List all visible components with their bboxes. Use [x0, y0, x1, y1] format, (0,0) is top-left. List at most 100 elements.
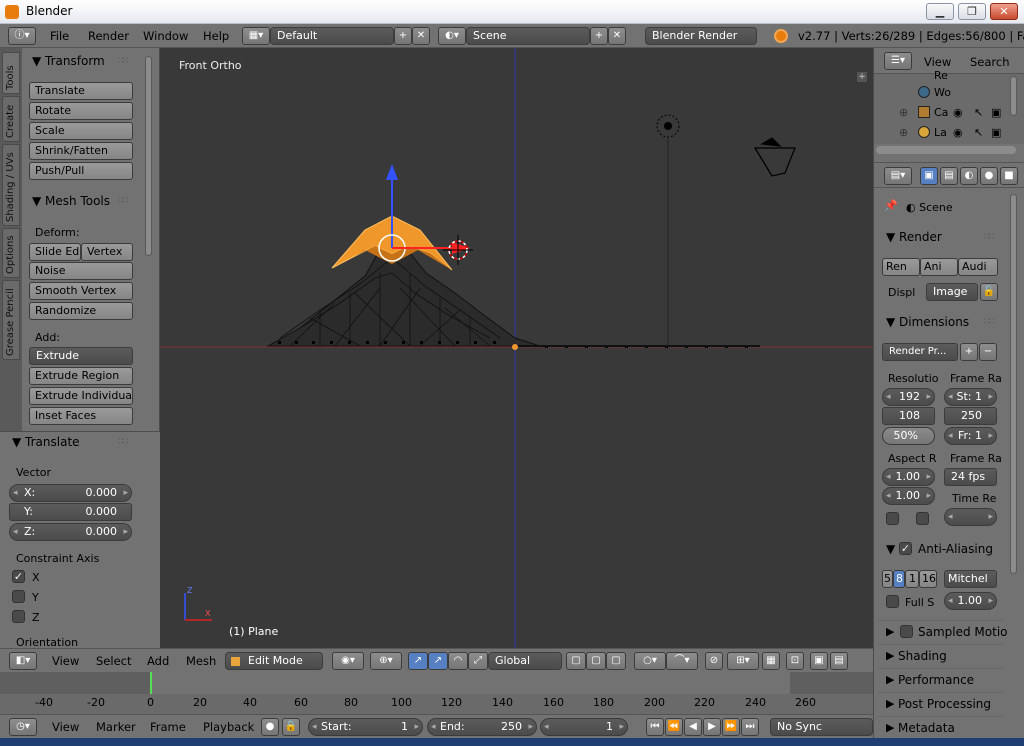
vector-z-field[interactable]: ◂ Z: 0.000 ▸: [9, 523, 132, 541]
resolution-y-field[interactable]: 108: [882, 407, 935, 425]
close-button[interactable]: ✕: [990, 3, 1018, 20]
mesh-tools-panel-header[interactable]: ▼ Mesh Tools: [32, 194, 110, 208]
menu-file[interactable]: File: [50, 27, 69, 45]
maximize-button[interactable]: ❐: [958, 3, 986, 20]
manipulator-toggle-icon[interactable]: ↗: [408, 652, 428, 670]
render-context-icon[interactable]: ▣: [920, 167, 938, 185]
world-context-icon[interactable]: ●: [980, 167, 998, 185]
pivot-point-icon[interactable]: ⊕▾: [370, 652, 402, 670]
lamp-object[interactable]: [656, 114, 680, 346]
antialiasing-checkbox[interactable]: ✓: [899, 542, 912, 555]
resolution-percentage-field[interactable]: 50%: [882, 427, 935, 445]
tab-tools[interactable]: Tools: [2, 52, 20, 94]
translate-manipulator-icon[interactable]: ↗: [428, 652, 448, 670]
play-icon[interactable]: ▶: [703, 718, 721, 736]
render-animation-button[interactable]: Ani: [920, 258, 958, 276]
fps-select[interactable]: 24 fps: [944, 468, 997, 486]
panel-grip-icon[interactable]: ∷∷: [118, 437, 129, 447]
aspect-x-field[interactable]: ◂ 1.00 ▸: [882, 468, 935, 486]
scene-field[interactable]: Scene: [466, 27, 590, 45]
resolution-x-field[interactable]: ◂ 192 ▸: [882, 388, 935, 406]
camera-object[interactable]: [753, 137, 796, 177]
timeline-menu-view[interactable]: View: [52, 718, 79, 736]
render-engine-select[interactable]: Blender Render: [645, 27, 757, 45]
select-cursor-icon[interactable]: ↖: [974, 126, 983, 139]
tab-shading-uvs[interactable]: Shading / UVs: [2, 144, 20, 226]
select-cursor-icon[interactable]: ↖: [974, 106, 983, 119]
jump-start-icon[interactable]: ⏮: [646, 718, 664, 736]
menu-window[interactable]: Window: [143, 27, 188, 45]
extrude-region-button[interactable]: Extrude Region: [29, 367, 133, 385]
mesh-plane[interactable]: [266, 214, 541, 347]
panel-grip-icon[interactable]: ∷∷: [118, 56, 129, 66]
full-sample-checkbox[interactable]: [886, 595, 899, 608]
render-anim-icon[interactable]: ▤: [830, 652, 848, 670]
menu-render[interactable]: Render: [88, 27, 129, 45]
render-image-button[interactable]: Ren: [882, 258, 920, 276]
remove-screen-icon[interactable]: ✕: [412, 27, 430, 45]
editor-type-timeline-icon[interactable]: ◷▾: [9, 718, 37, 736]
sync-mode-select[interactable]: No Sync: [770, 718, 873, 736]
editor-type-outliner-icon[interactable]: ☰▾: [884, 52, 912, 70]
translate-button[interactable]: Translate: [29, 82, 133, 100]
current-frame-indicator[interactable]: [150, 672, 152, 694]
panel-grip-icon[interactable]: ∷∷: [984, 232, 995, 242]
constraint-y-checkbox[interactable]: [12, 590, 25, 603]
aa-samples-11[interactable]: 1: [905, 570, 919, 588]
scale-manipulator-icon[interactable]: ⤢: [468, 652, 488, 670]
shading-panel[interactable]: ▶ Shading: [878, 644, 1003, 666]
crop-checkbox[interactable]: [916, 512, 929, 525]
snap-element-icon[interactable]: ⊞▾: [727, 652, 759, 670]
render-preset-select[interactable]: Render Pr...: [882, 343, 958, 361]
post-processing-panel[interactable]: ▶ Post Processing: [878, 692, 1003, 714]
dimensions-panel-header[interactable]: ▼ Dimensions: [886, 315, 969, 329]
lock-interface-icon[interactable]: 🔓: [980, 283, 998, 301]
outliner-item-camera[interactable]: Ca: [934, 106, 948, 119]
3d-cursor[interactable]: [443, 235, 473, 265]
render-image-icon[interactable]: ▣: [810, 652, 828, 670]
editor-type-3dview-icon[interactable]: ◧▾: [9, 652, 37, 670]
visibility-eye-icon[interactable]: ◉: [953, 106, 963, 119]
layer-3-icon[interactable]: ▢: [606, 652, 626, 670]
menu-mesh[interactable]: Mesh: [186, 652, 216, 670]
filter-size-field[interactable]: ◂ 1.00 ▸: [944, 592, 997, 610]
screen-layout-field[interactable]: Default: [270, 27, 394, 45]
render-panel-header[interactable]: ▼ Render: [886, 230, 942, 244]
aa-samples-8[interactable]: 8: [893, 570, 905, 588]
end-frame-field[interactable]: ◂ End: 250 ▸: [427, 718, 537, 736]
menu-view[interactable]: View: [52, 652, 79, 670]
expand-icon[interactable]: ⊕: [899, 126, 908, 139]
render-camera-icon[interactable]: ▣: [991, 126, 1001, 139]
randomize-button[interactable]: Randomize: [29, 302, 133, 320]
constraint-z-checkbox[interactable]: [12, 610, 25, 623]
operator-panel-header[interactable]: ▼ Translate: [12, 435, 80, 449]
aa-filter-select[interactable]: Mitchel: [944, 570, 997, 588]
layer-2-icon[interactable]: ▢: [586, 652, 606, 670]
frame-end-field[interactable]: 250: [944, 407, 997, 425]
scene-context-icon[interactable]: ◐: [960, 167, 978, 185]
expand-icon[interactable]: ⊕: [899, 106, 908, 119]
shrink-fatten-button[interactable]: Shrink/Fatten: [29, 142, 133, 160]
inset-faces-button[interactable]: Inset Faces: [29, 407, 133, 425]
properties-scrollbar[interactable]: [1010, 194, 1017, 574]
renderlayer-context-icon[interactable]: ▤: [940, 167, 958, 185]
play-reverse-icon[interactable]: ◀: [684, 718, 702, 736]
time-remap-field[interactable]: ◂ ▸: [944, 508, 997, 526]
sampled-motion-blur-panel[interactable]: ▶ Sampled Motio: [878, 620, 1008, 642]
antialiasing-panel-header[interactable]: ▼: [886, 542, 895, 556]
transform-panel-header[interactable]: ▼ Transform: [32, 54, 105, 68]
outliner-hscrollbar[interactable]: [876, 146, 1016, 154]
timeline-editor[interactable]: -40 -20 0 20 40 60 80 100 120 140 160 18…: [0, 672, 873, 714]
add-screen-icon[interactable]: +: [394, 27, 412, 45]
extrude-individual-button[interactable]: Extrude Individual: [29, 387, 133, 405]
jump-keyframe-back-icon[interactable]: ⏪: [665, 718, 683, 736]
lock-icon[interactable]: 🔒: [282, 718, 300, 736]
noise-button[interactable]: Noise: [29, 262, 133, 280]
jump-end-icon[interactable]: ⏭: [741, 718, 759, 736]
tab-options[interactable]: Options: [2, 228, 20, 278]
tab-grease-pencil[interactable]: Grease Pencil: [2, 280, 20, 360]
current-frame-field[interactable]: ◂ 1 ▸: [540, 718, 628, 736]
menu-add[interactable]: Add: [147, 652, 169, 670]
extrude-select[interactable]: Extrude: [29, 347, 133, 365]
scene-selector-icon[interactable]: ◐▾: [438, 27, 466, 45]
